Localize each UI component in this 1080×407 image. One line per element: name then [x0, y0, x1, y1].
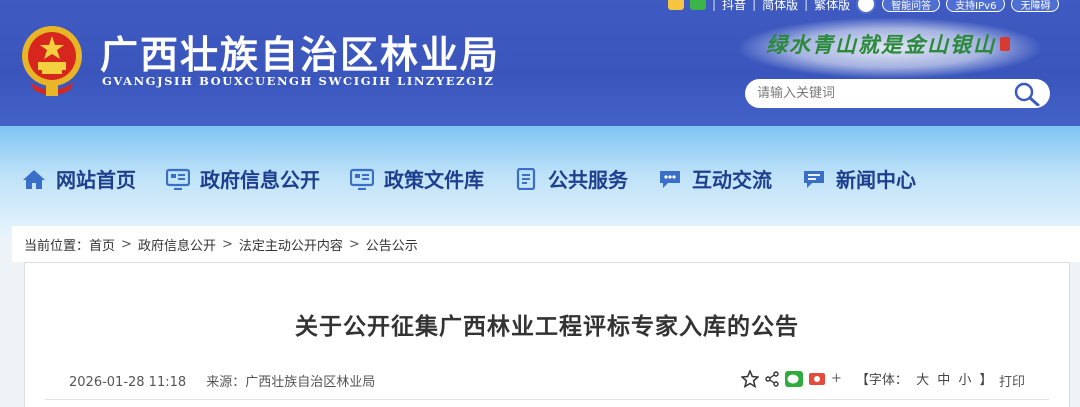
nav-item-home[interactable]: 网站首页 [22, 164, 136, 193]
breadcrumb-prefix: 当前位置： [24, 238, 90, 254]
nav-item-label: 政策文件库 [384, 168, 484, 192]
news-icon [804, 170, 824, 188]
breadcrumb-separator: > [121, 236, 132, 252]
article-panel: 关于公开征集广西林业工程评标专家入库的公告 2026-01-28 11:18 来… [24, 262, 1070, 407]
wechat-share-icon[interactable] [785, 370, 803, 387]
document-icon [516, 167, 536, 190]
info-board-icon [166, 168, 190, 190]
nav-item-label: 互动交流 [692, 168, 772, 192]
slogan-banner: 绿水青山就是金山银山 [766, 24, 1046, 64]
nav-item-label: 新闻中心 [836, 168, 916, 192]
nav-item-news[interactable]: 新闻中心 [802, 164, 916, 193]
font-size-medium[interactable]: 中 [937, 373, 950, 388]
national-emblem-icon[interactable] [20, 24, 84, 98]
ipv6-badge[interactable]: 支持IPv6 [946, 0, 1006, 12]
main-nav: 网站首页 政府信息公开 政策文件库 公共服务 互动交流 新闻中心 [0, 126, 1080, 236]
font-size-label: 【字体： [855, 373, 908, 388]
font-size-control: 【字体： 大 中 小 】 [854, 369, 995, 388]
nav-item-label: 网站首页 [56, 168, 136, 192]
more-share-button[interactable]: + [831, 371, 842, 386]
breadcrumb-item-statutory[interactable]: 法定主动公开内容 [239, 235, 343, 254]
breadcrumb-item-notices[interactable]: 公告公示 [366, 235, 418, 254]
article-title: 关于公开征集广西林业工程评标专家入库的公告 [295, 314, 799, 340]
douyin-link[interactable]: 抖音 [722, 0, 746, 13]
elder-mode-icon[interactable] [856, 0, 877, 14]
simplified-link[interactable]: 简体版 [762, 0, 798, 13]
nav-item-public-service[interactable]: 公共服务 [514, 164, 628, 193]
wechat-icon[interactable] [690, 0, 706, 10]
smart-qa-button[interactable]: 智能问答 [882, 0, 941, 12]
nav-item-gov-info[interactable]: 政府信息公开 [166, 164, 320, 193]
font-size-small[interactable]: 小 [958, 373, 971, 388]
policy-board-icon [350, 168, 374, 190]
traditional-link[interactable]: 繁体版 [814, 0, 850, 13]
site-header: 广西壮族自治区林业局 GVANGJSIH BOUXCUENGH SWCIGIH … [0, 0, 1080, 126]
article-divider [45, 399, 1049, 400]
breadcrumb-item-home[interactable]: 首页 [89, 235, 115, 254]
nav-item-interaction[interactable]: 互动交流 [658, 164, 772, 193]
chat-icon [660, 170, 680, 188]
article-tools: + 【字体： 大 中 小 】 [741, 369, 995, 388]
nav-item-policy[interactable]: 政策文件库 [350, 164, 484, 193]
share-icon[interactable] [765, 370, 779, 387]
accessibility-button[interactable]: 无障碍 [1011, 0, 1060, 12]
weibo-icon[interactable] [668, 0, 684, 10]
weibo-share-icon[interactable] [809, 372, 825, 386]
breadcrumb: 当前位置： 首页 > 政府信息公开 > 法定主动公开内容 > 公告公示 [12, 226, 1080, 262]
breadcrumb-separator: > [348, 236, 360, 252]
font-size-close: 】 [979, 373, 993, 388]
print-button[interactable]: 打印 [999, 371, 1025, 390]
search-bar [745, 79, 1050, 108]
article-date: 2026-01-28 11:18 [69, 375, 187, 390]
favorite-star-icon[interactable] [741, 369, 759, 388]
home-icon [23, 169, 45, 189]
site-subtitle: GVANGJSIH BOUXCUENGH SWCIGIH LINZYEZGIZ [102, 74, 495, 88]
top-links: | 抖音 | 简体版 | 繁体版 智能问答 支持IPv6 无障碍 [668, 0, 1060, 14]
article-source: 来源：广西壮族自治区林业局 [206, 375, 376, 390]
site-title[interactable]: 广西壮族自治区林业局 [100, 24, 500, 79]
breadcrumb-item-gov-info[interactable]: 政府信息公开 [138, 235, 216, 254]
breadcrumb-separator: > [221, 236, 233, 252]
search-input[interactable] [757, 86, 997, 101]
font-size-large[interactable]: 大 [916, 373, 929, 388]
search-icon[interactable] [1012, 82, 1040, 106]
nav-item-label: 政府信息公开 [200, 168, 320, 192]
slogan-text: 绿水青山就是金山银山 [766, 32, 996, 57]
red-seal-icon [1000, 37, 1010, 51]
article-meta: 2026-01-28 11:18 来源：广西壮族自治区林业局 [69, 371, 375, 390]
nav-item-label: 公共服务 [548, 168, 628, 192]
